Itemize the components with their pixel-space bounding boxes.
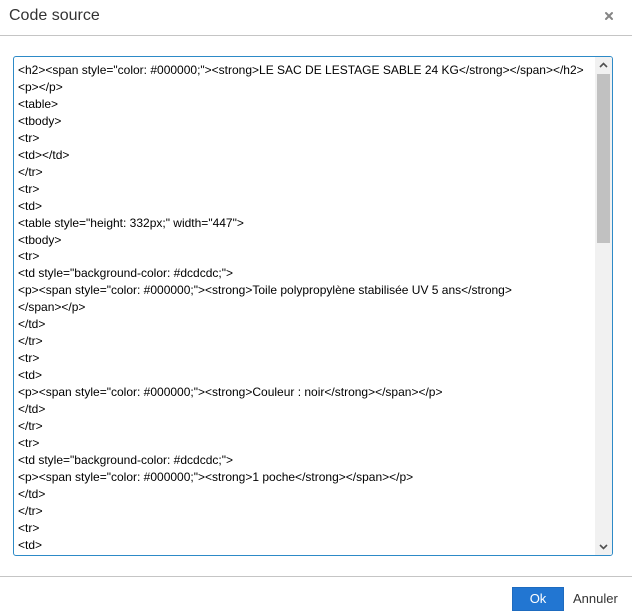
cancel-button[interactable]: Annuler	[570, 587, 621, 611]
source-code-textarea[interactable]: <h2><span style="color: #000000;"><stron…	[13, 56, 613, 556]
chevron-down-icon[interactable]	[595, 538, 612, 555]
vertical-scrollbar[interactable]	[595, 57, 612, 555]
scrollbar-thumb[interactable]	[597, 74, 610, 243]
dialog-footer: Ok Annuler	[0, 576, 632, 616]
close-icon[interactable]	[602, 9, 616, 23]
ok-button[interactable]: Ok	[512, 587, 564, 611]
dialog-title: Code source	[9, 7, 100, 24]
source-code-dialog: Code source <h2><span style="color: #000…	[0, 0, 632, 616]
chevron-up-icon[interactable]	[595, 57, 612, 74]
source-code-text[interactable]: <h2><span style="color: #000000;"><stron…	[18, 62, 593, 554]
dialog-header: Code source	[0, 0, 632, 36]
